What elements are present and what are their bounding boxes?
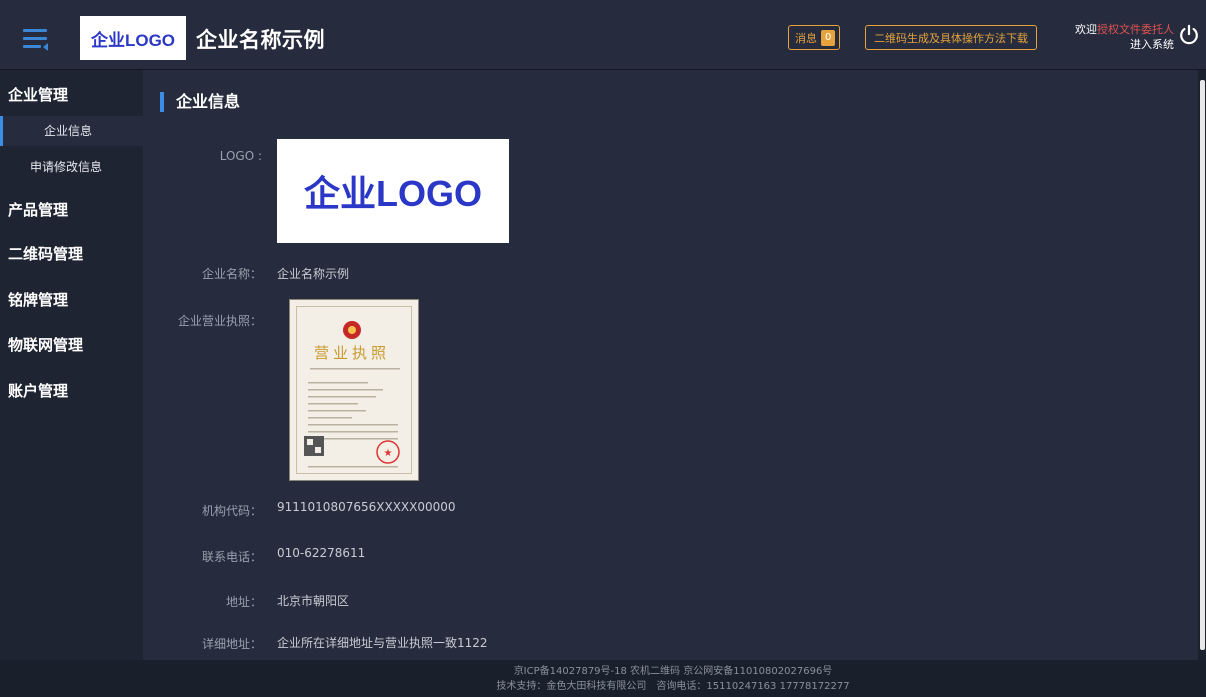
- phone-value: 010-62278611: [277, 546, 366, 560]
- section-title: 企业信息: [160, 92, 240, 112]
- nav-group-iot[interactable]: 物联网管理: [0, 334, 83, 355]
- footer-line-2: 技术支持：金色大田科技有限公司 咨询电话：15110247163 1777817…: [496, 681, 850, 692]
- sidebar-nav: 企业管理 企业信息 申请修改信息 产品管理 二维码管理 铭牌管理 物联网管理 账…: [0, 70, 143, 660]
- welcome-user[interactable]: 授权文件委托人: [1097, 23, 1174, 36]
- message-count-badge: 0: [821, 29, 836, 46]
- nav-item-enterprise-info[interactable]: 企业信息: [0, 116, 143, 146]
- nav-group-qrcode[interactable]: 二维码管理: [0, 243, 83, 264]
- org-code-label: 机构代码：: [201, 504, 262, 518]
- menu-toggle-button[interactable]: [8, 12, 62, 66]
- company-name-value: 企业名称示例: [277, 267, 350, 281]
- enter-system-link[interactable]: 进入系统: [1075, 37, 1174, 52]
- nav-item-apply-change[interactable]: 申请修改信息: [0, 152, 143, 182]
- org-code-value: 9111010807656XXXXX00000: [277, 500, 456, 514]
- nav-group-account[interactable]: 账户管理: [0, 380, 68, 401]
- address-label: 地址：: [225, 595, 262, 609]
- header-logo-text: 企业LOGO: [90, 30, 176, 50]
- license-title-text: 营业执照: [314, 344, 390, 362]
- address-value: 北京市朝阳区: [277, 594, 350, 608]
- welcome-block: 欢迎授权文件委托人 进入系统: [1075, 22, 1174, 52]
- qr-guide-download-button[interactable]: 二维码生成及具体操作方法下载: [865, 25, 1037, 50]
- messages-label: 消息: [795, 31, 817, 45]
- business-license-image[interactable]: 营业执照 ★: [289, 299, 419, 481]
- company-logo-text: 企业LOGO: [304, 173, 482, 214]
- power-icon[interactable]: [1178, 24, 1200, 46]
- nav-group-enterprise[interactable]: 企业管理: [0, 84, 68, 105]
- company-title: 企业名称示例: [196, 28, 325, 52]
- footer-line-1: 京ICP备14027879号-18 农机二维码 京公网安备11010802027…: [513, 666, 833, 677]
- svg-text:★: ★: [384, 448, 393, 459]
- company-name-label: 企业名称：: [201, 267, 262, 281]
- welcome-prefix: 欢迎: [1075, 23, 1097, 36]
- detail-address-value: 企业所在详细地址与营业执照一致1122: [277, 636, 488, 650]
- messages-button[interactable]: 消息 0: [788, 25, 841, 50]
- top-header: 企业LOGO 企业名称示例 消息 0 二维码生成及具体操作方法下载 欢迎授权文件…: [0, 0, 1206, 70]
- header-logo[interactable]: 企业LOGO: [80, 16, 186, 60]
- logo-label: LOGO :: [219, 149, 262, 163]
- hamburger-menu-icon: [23, 29, 48, 51]
- detail-address-label: 详细地址：: [201, 637, 262, 651]
- license-document-icon: 营业执照 ★: [304, 321, 400, 468]
- nav-group-products[interactable]: 产品管理: [0, 199, 68, 220]
- business-license-label: 企业营业执照：: [177, 314, 262, 328]
- nav-group-nameplate[interactable]: 铭牌管理: [0, 289, 68, 310]
- scrollbar-thumb[interactable]: [1200, 80, 1205, 650]
- company-logo-image: 企业LOGO: [277, 139, 509, 243]
- phone-label: 联系电话：: [201, 550, 262, 564]
- page-footer: 京ICP备14027879号-18 农机二维码 京公网安备11010802027…: [0, 660, 1206, 697]
